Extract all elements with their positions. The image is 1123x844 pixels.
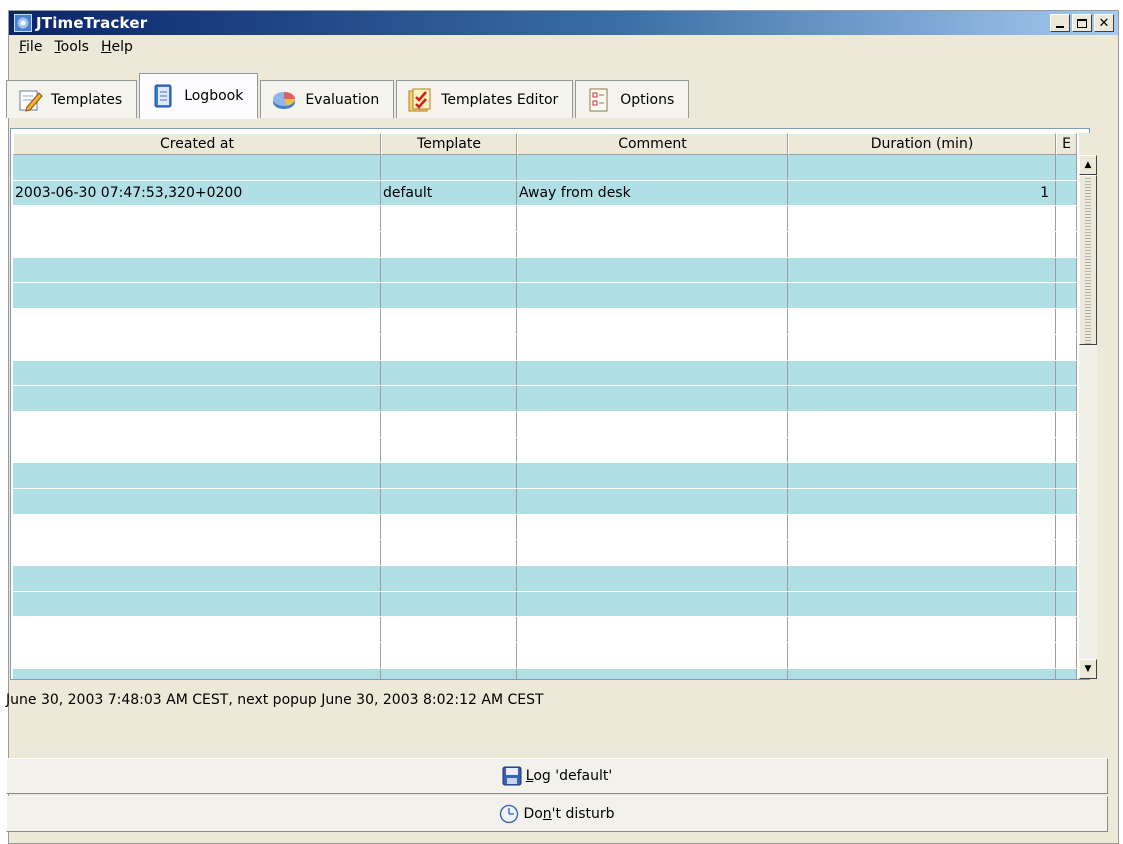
clock-icon [500, 804, 519, 824]
arrow-down-icon: ▼ [1084, 664, 1092, 674]
table-body: 2003-06-30 07:47:53,320+0200 default Awa… [13, 155, 1077, 679]
maximize-button[interactable] [1072, 14, 1092, 32]
column-header-e[interactable]: E [1056, 133, 1077, 155]
table-row[interactable] [13, 283, 1077, 310]
templates-icon [19, 90, 43, 112]
scrollbar-corner [1079, 133, 1097, 155]
tab-label: Options [620, 91, 675, 108]
window-controls: ✕ [1050, 14, 1114, 32]
templates-editor-icon [408, 88, 431, 111]
tab-label: Templates [51, 91, 123, 108]
column-header-comment[interactable]: Comment [517, 133, 788, 155]
column-header-created-at[interactable]: Created at [13, 133, 381, 155]
table-row[interactable] [13, 463, 1077, 489]
scroll-track[interactable] [1079, 175, 1097, 659]
cell-template: default [381, 180, 517, 206]
table-row[interactable] [13, 360, 1077, 387]
table-row[interactable] [13, 668, 1077, 679]
cell-e [1056, 180, 1077, 206]
menu-help[interactable]: Help [95, 39, 139, 55]
tab-evaluation[interactable]: Evaluation [260, 80, 395, 118]
table-row[interactable]: 2003-06-30 07:47:53,320+0200 default Awa… [13, 180, 1077, 207]
menu-tools[interactable]: Tools [48, 39, 95, 55]
close-icon: ✕ [1098, 15, 1110, 31]
log-default-button[interactable]: Log 'default' [6, 758, 1108, 794]
status-text: June 30, 2003 7:48:03 AM CEST, next popu… [6, 692, 544, 708]
pie-chart-icon [273, 91, 296, 109]
table-row[interactable] [13, 411, 1077, 438]
log-button-label: Log 'default' [525, 768, 613, 784]
cell-created-at: 2003-06-30 07:47:53,320+0200 [13, 180, 381, 206]
column-header-duration[interactable]: Duration (min) [788, 133, 1056, 155]
window-title: JTimeTracker [36, 14, 148, 32]
logbook-table: Created at Template Comment Duration (mi… [10, 128, 1097, 680]
table-row[interactable] [13, 206, 1077, 233]
table-row[interactable] [13, 591, 1077, 618]
vertical-scrollbar[interactable]: ▲ ▼ [1079, 133, 1097, 679]
menu-file[interactable]: File [13, 39, 48, 55]
dont-disturb-button[interactable]: Don't disturb [6, 796, 1108, 832]
table-row[interactable] [13, 488, 1077, 515]
table-row[interactable] [13, 334, 1077, 361]
floppy-disk-icon [502, 766, 522, 786]
cell-comment: Away from desk [517, 180, 788, 206]
table-row[interactable] [13, 617, 1077, 644]
tab-label: Templates Editor [441, 91, 559, 108]
arrow-up-icon: ▲ [1084, 160, 1092, 170]
table-row[interactable] [13, 155, 1077, 181]
scroll-thumb[interactable] [1079, 175, 1097, 345]
title-bar[interactable]: JTimeTracker ✕ [9, 11, 1118, 35]
logbook-icon [154, 84, 172, 108]
minimize-icon [1056, 25, 1064, 28]
options-icon [589, 88, 608, 111]
tab-bar: Templates Logbook Evaluation Templates E… [6, 70, 691, 119]
column-header-template[interactable]: Template [381, 133, 517, 155]
scroll-down-button[interactable]: ▼ [1079, 659, 1097, 679]
maximize-icon [1077, 18, 1087, 28]
dnd-button-label: Don't disturb [523, 806, 615, 822]
table-row[interactable] [13, 232, 1077, 258]
table-row[interactable] [13, 309, 1077, 335]
minimize-button[interactable] [1050, 14, 1070, 32]
table-row[interactable] [13, 643, 1077, 669]
tab-options[interactable]: Options [575, 80, 690, 118]
table-row[interactable] [13, 386, 1077, 412]
close-button[interactable]: ✕ [1094, 14, 1114, 32]
tab-templates[interactable]: Templates [6, 80, 138, 118]
tab-logbook[interactable]: Logbook [139, 73, 259, 119]
menu-bar: File Tools Help [9, 36, 1118, 58]
table-row[interactable] [13, 437, 1077, 464]
table-header: Created at Template Comment Duration (mi… [13, 133, 1077, 155]
table-row[interactable] [13, 566, 1077, 592]
table-row[interactable] [13, 257, 1077, 284]
cell-duration: 1 [788, 180, 1056, 206]
scroll-up-button[interactable]: ▲ [1079, 155, 1097, 175]
tab-label: Logbook [184, 88, 244, 104]
table-row[interactable] [13, 514, 1077, 541]
app-icon [14, 14, 32, 32]
tab-label: Evaluation [305, 91, 380, 108]
tab-templates-editor[interactable]: Templates Editor [396, 80, 574, 118]
table-row[interactable] [13, 540, 1077, 566]
